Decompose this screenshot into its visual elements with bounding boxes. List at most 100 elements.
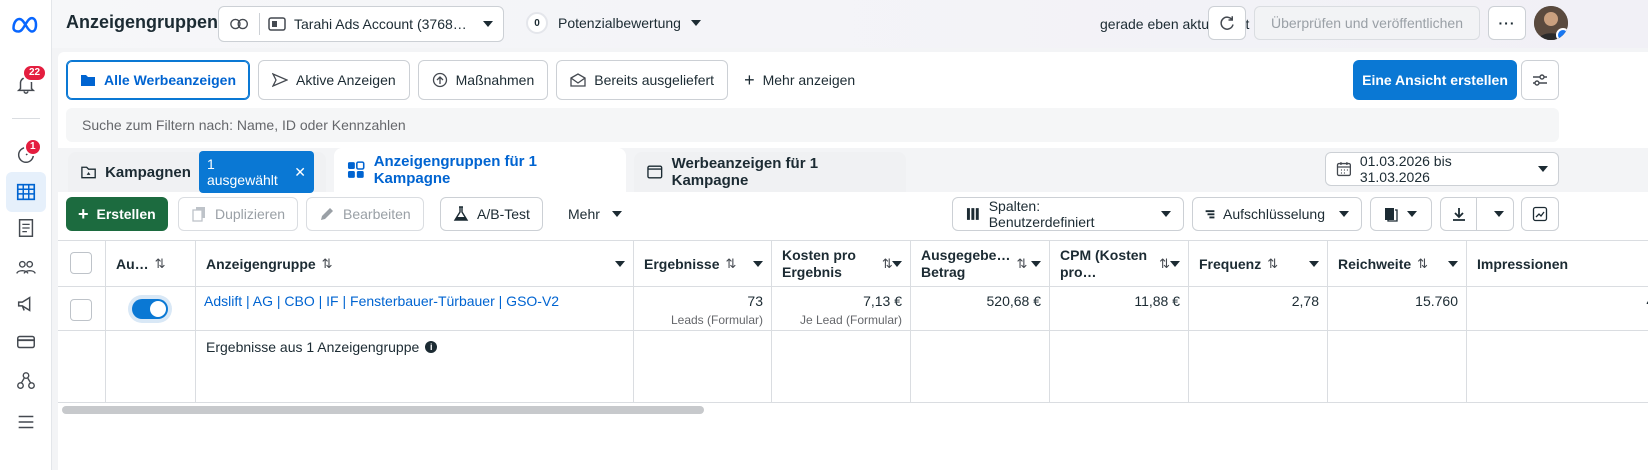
chevron-down-icon	[611, 211, 622, 217]
row-status[interactable]	[106, 287, 196, 330]
chevron-down-icon[interactable]	[892, 261, 902, 267]
charts-toggle-button[interactable]	[1521, 197, 1559, 231]
chevron-down-icon	[483, 21, 493, 27]
sort-icon[interactable]: ⇅	[1417, 256, 1428, 272]
plus-icon: +	[744, 69, 755, 90]
cell-amount-spent: 520,68 €	[911, 287, 1050, 330]
tab-adsets[interactable]: Anzeigengruppen für 1 Kampagne	[334, 148, 626, 192]
row-checkbox[interactable]	[70, 299, 92, 321]
view-label: Maßnahmen	[455, 72, 535, 88]
summary-cell	[1328, 331, 1467, 402]
info-icon[interactable]: i	[425, 341, 438, 353]
reports-dropdown[interactable]	[1370, 197, 1432, 231]
date-range-text: 01.03.2026 bis 31.03.2026	[1359, 153, 1452, 185]
advertising-megaphone-icon[interactable]	[12, 290, 40, 318]
tab-ads[interactable]: Werbeanzeigen für 1 Kampagne	[634, 152, 906, 192]
sort-icon[interactable]: ⇅	[322, 256, 333, 272]
summary-label-cell: Ergebnisse aus 1 Anzeigengruppe i	[196, 331, 634, 402]
reach-value: 15.760	[1415, 293, 1458, 309]
export-dropdown[interactable]	[1440, 197, 1514, 231]
cell-cpm: 11,88 €	[1050, 287, 1189, 330]
chevron-down-icon[interactable]	[1031, 261, 1041, 267]
header-results[interactable]: Ergebnisse ⇅	[634, 241, 772, 286]
row-adset-name[interactable]: Adslift | AG | CBO | IF | Fensterbauer-T…	[196, 287, 634, 330]
cell-cost-per-result: 7,13 € Je Lead (Formular)	[772, 287, 911, 330]
cost-per-result-value: 7,13 €	[863, 293, 902, 309]
summary-cell	[772, 331, 911, 402]
create-view-button[interactable]: Eine Ansicht erstellen	[1353, 60, 1517, 100]
row-select[interactable]	[58, 287, 106, 330]
review-publish-button[interactable]: Überprüfen und veröffentlichen	[1254, 6, 1480, 40]
more-actions-dropdown[interactable]: Mehr	[556, 197, 634, 231]
columns-dropdown[interactable]: Spalten: Benutzerdefiniert	[952, 197, 1184, 231]
sort-icon[interactable]: ⇅	[1016, 255, 1027, 272]
export-options-toggle[interactable]	[1485, 211, 1513, 217]
ab-test-button[interactable]: A/B-Test	[440, 197, 543, 231]
header-impressions[interactable]: Impressionen	[1467, 241, 1648, 286]
meta-logo-icon[interactable]	[10, 10, 42, 38]
breakdown-dropdown[interactable]: Aufschlüsselung	[1192, 197, 1362, 231]
header-select-all[interactable]	[58, 241, 106, 286]
menu-hamburger-icon[interactable]	[12, 408, 40, 436]
main-panel: Alle Werbeanzeigen Aktive Anzeigen Maßna…	[58, 52, 1648, 470]
header-cost-per-result[interactable]: Kosten pro Ergebnis ⇅	[772, 241, 911, 286]
column-title-line: Ausgegebe…	[921, 246, 1011, 263]
sort-icon[interactable]: ⇅	[155, 256, 166, 272]
table-row[interactable]: Adslift | AG | CBO | IF | Fensterbauer-T…	[58, 287, 1648, 331]
summary-spacer	[58, 331, 106, 402]
chevron-down-icon[interactable]	[1170, 261, 1180, 267]
ads-manager-table-icon[interactable]	[6, 172, 46, 212]
view-settings-button[interactable]	[1521, 60, 1559, 100]
refresh-button[interactable]	[1208, 6, 1246, 40]
view-all-ads[interactable]: Alle Werbeanzeigen	[66, 60, 251, 100]
duplicate-button[interactable]: Duplizieren	[178, 197, 299, 231]
view-delivered[interactable]: Bereits ausgeliefert	[556, 60, 729, 100]
create-button[interactable]: + Erstellen	[66, 197, 168, 231]
header-frequency[interactable]: Frequenz ⇅	[1189, 241, 1328, 286]
clear-selection-icon[interactable]: ✕	[294, 164, 306, 181]
sort-icon[interactable]: ⇅	[725, 256, 736, 272]
search-input[interactable]: Suche zum Filtern nach: Name, ID oder Ke…	[66, 108, 1559, 142]
header-status[interactable]: Au… ⇅	[106, 241, 196, 286]
adset-name-link[interactable]: Adslift | AG | CBO | IF | Fensterbauer-T…	[196, 287, 633, 309]
refresh-icon	[1220, 16, 1234, 30]
avatar[interactable]	[1534, 6, 1568, 40]
select-all-checkbox[interactable]	[70, 252, 92, 274]
table-header-row: Au… ⇅ Anzeigengruppe ⇅ Ergebnisse ⇅ Kost…	[58, 241, 1648, 287]
amount-spent-value: 520,68 €	[986, 293, 1042, 309]
header-reach[interactable]: Reichweite ⇅	[1328, 241, 1467, 286]
reports-icon[interactable]	[12, 214, 40, 242]
summary-cell	[634, 331, 772, 402]
view-active-ads[interactable]: Aktive Anzeigen	[258, 60, 410, 100]
cost-per-result-type: Je Lead (Formular)	[799, 313, 902, 327]
audiences-icon[interactable]	[12, 253, 40, 281]
selection-pill[interactable]: 1 ausgewählt ✕	[198, 151, 314, 193]
header-adset-name[interactable]: Anzeigengruppe ⇅	[196, 241, 634, 286]
header-cpm[interactable]: CPM (Kosten pro… ⇅	[1050, 241, 1189, 286]
summary-cell	[1050, 331, 1189, 402]
business-settings-icon[interactable]	[12, 367, 40, 395]
horizontal-scrollbar[interactable]	[62, 406, 704, 414]
download-icon[interactable]	[1441, 198, 1477, 230]
summary-cell	[911, 331, 1050, 402]
chevron-down-icon[interactable]	[1309, 261, 1319, 267]
chevron-down-icon[interactable]	[753, 261, 763, 267]
date-range-picker[interactable]: 01.03.2026 bis 31.03.2026	[1325, 152, 1559, 186]
sort-icon[interactable]: ⇅	[1159, 255, 1170, 272]
account-selector[interactable]: Tarahi Ads Account (3768…	[218, 6, 504, 42]
tab-campaigns[interactable]: Kampagnen 1 ausgewählt ✕	[68, 151, 326, 193]
alerts-badge: 1	[24, 138, 42, 156]
edit-button[interactable]: Bearbeiten	[306, 197, 424, 231]
sort-icon[interactable]: ⇅	[1267, 256, 1278, 272]
columns-label: Spalten: Benutzerdefiniert	[988, 198, 1095, 230]
chevron-down-icon[interactable]	[1448, 261, 1458, 267]
header-amount-spent[interactable]: Ausgegebe… Betrag ⇅	[911, 241, 1050, 286]
more-options-button[interactable]: ···	[1488, 6, 1526, 40]
score-value: 0	[526, 12, 548, 34]
billing-card-icon[interactable]	[12, 328, 40, 356]
opportunity-score[interactable]: 0 Potenzialbewertung	[526, 12, 701, 34]
delivery-toggle[interactable]	[132, 299, 168, 319]
view-actions[interactable]: Maßnahmen	[417, 60, 549, 100]
chevron-down-icon[interactable]	[615, 261, 625, 267]
show-more-views-button[interactable]: + Mehr anzeigen	[736, 60, 864, 100]
